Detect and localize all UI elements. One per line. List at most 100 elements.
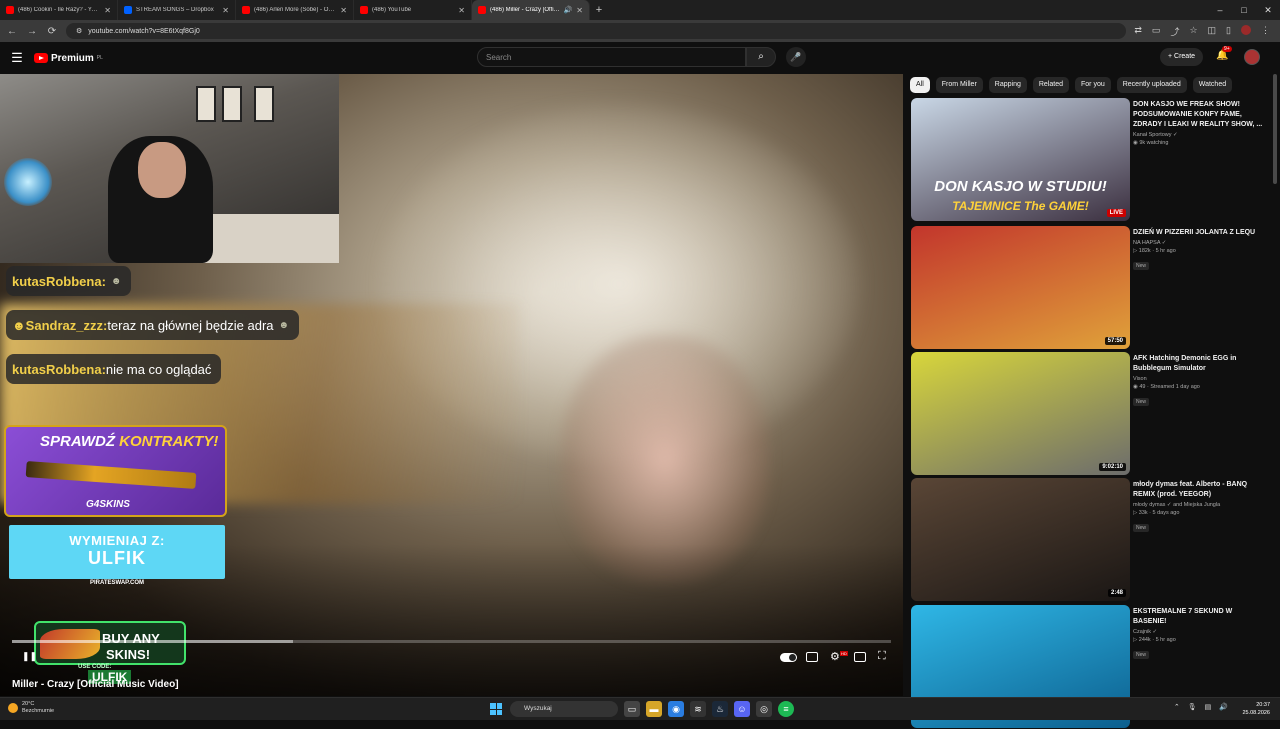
spotify-icon[interactable]: ≡ [778, 701, 794, 717]
ad-line2: ULFIK [88, 548, 146, 568]
subtitles-icon[interactable] [806, 652, 818, 662]
browser-tab[interactable]: (486) Arlen More (Sobe) - OH M ✕ [236, 0, 354, 20]
site-info-icon[interactable]: ⚙ [76, 27, 82, 35]
filter-chip[interactable]: All [910, 77, 930, 93]
close-tab-icon[interactable]: ✕ [340, 6, 347, 15]
recommended-video[interactable]: DON KASJO W STUDIU! TAJEMNICE The GAME! LI… [911, 98, 1271, 222]
minimize-button[interactable]: – [1208, 0, 1232, 20]
filter-chip[interactable]: For you [1075, 77, 1111, 93]
pause-button[interactable]: ❚❚ [22, 651, 37, 662]
video-thumbnail[interactable]: 2:48 [911, 478, 1130, 601]
filter-chip[interactable]: Rapping [988, 77, 1027, 93]
extensions-icon[interactable]: ◫ [1208, 25, 1217, 38]
browser-tab[interactable]: (486) Cookin - Ile Razy? - YouTube ✕ [0, 0, 118, 20]
reload-icon[interactable]: ⟳ [46, 26, 58, 37]
video-thumbnail[interactable]: 57:50 [911, 226, 1130, 349]
maximize-button[interactable]: □ [1232, 0, 1256, 20]
sidepanel-icon[interactable]: ▯ [1226, 25, 1231, 38]
ad-line2: SKINS! [106, 647, 151, 662]
progress-bar[interactable] [12, 640, 891, 643]
notifications-icon[interactable]: 🔔 9+ [1216, 46, 1232, 61]
recommended-video[interactable]: 57:50 DZIEŃ W PIZZERII JOLANTA Z LEQU NA H… [911, 226, 1271, 350]
recommended-video[interactable]: 9:02:10 AFK Hatching Demonic EGG in Bubbl… [911, 352, 1271, 476]
filter-chip[interactable]: From Miller [935, 77, 983, 93]
logo-region: PL [96, 55, 103, 61]
youtube-icon [6, 6, 14, 14]
tab-label: (486) Arlen More (Sobe) - OH M [254, 7, 337, 13]
browser-tab[interactable]: (486) Miller - Crazy [Official 🔊 ✕ [472, 0, 590, 20]
sponsor-banner-pirateswap: WYMIENIAJ Z: ULFIK [9, 525, 225, 579]
clock-time: 20:37 [1256, 702, 1270, 708]
youtube-icon [242, 6, 250, 14]
autoplay-toggle[interactable] [780, 653, 797, 662]
weather-widget[interactable]: 20°C Bezchmurnie [8, 701, 54, 715]
file-explorer-icon[interactable]: ▬ [646, 701, 662, 717]
chat-text: nie ma co oglądać [105, 361, 212, 377]
channel-name[interactable]: NA HAPSA ✓ [1133, 240, 1263, 246]
app-icon[interactable]: ≋ [690, 701, 706, 717]
scrollbar[interactable] [1273, 74, 1277, 184]
search-input[interactable]: Search [477, 47, 746, 67]
close-tab-icon[interactable]: ✕ [104, 6, 111, 15]
filter-chip[interactable]: Recently uploaded [1116, 77, 1187, 93]
chrome-icon[interactable]: ◉ [668, 701, 684, 717]
volume-icon[interactable]: 🔊 [1219, 703, 1228, 711]
wall-poster [196, 86, 216, 122]
search-button[interactable]: ⌕ [746, 47, 776, 67]
task-view-icon[interactable]: ▭ [624, 701, 640, 717]
tray-chevron-icon[interactable]: ⌃ [1174, 703, 1180, 711]
browser-tab[interactable]: STREAM SONGS – Dropbox ✕ [118, 0, 236, 20]
tab-audio-icon[interactable]: 🔊 [564, 6, 573, 14]
share-icon[interactable]: ⤴ [1170, 25, 1179, 38]
ad-line1: BUY ANY [102, 631, 160, 646]
steam-icon[interactable]: ♨ [712, 701, 728, 717]
taskbar-search[interactable]: Wyszukaj [510, 701, 618, 717]
rifle-graphic [25, 461, 197, 489]
bookmark-star-icon[interactable]: ☆ [1189, 25, 1197, 38]
menu-icon[interactable]: ☰ [0, 50, 34, 66]
video-thumbnail[interactable]: DON KASJO W STUDIU! TAJEMNICE The GAME! LI… [911, 98, 1130, 221]
network-icon[interactable]: ▤ [1205, 703, 1212, 711]
chat-nick: kutasRobbena: [12, 361, 106, 377]
forward-icon[interactable]: → [26, 26, 38, 37]
video-thumbnail[interactable]: 9:02:10 [911, 352, 1130, 475]
discord-icon[interactable]: ☺ [734, 701, 750, 717]
miniplayer-icon[interactable] [854, 652, 866, 662]
windows-start-icon[interactable] [490, 703, 502, 715]
filter-chip[interactable]: Related [1032, 77, 1069, 93]
sponsor-banner-skins: BUY ANY SKINS! [34, 621, 186, 665]
back-icon[interactable]: ← [6, 26, 18, 37]
close-tab-icon[interactable]: ✕ [458, 6, 465, 15]
create-button[interactable]: + Create [1160, 48, 1204, 66]
profile-avatar[interactable] [1241, 24, 1251, 35]
close-window-button[interactable]: ✕ [1256, 0, 1280, 20]
youtube-icon [360, 6, 368, 14]
channel-name[interactable]: młody dymas ✓ and Miejska Jungla [1133, 502, 1263, 508]
channel-name[interactable]: Czajnik ✓ [1133, 629, 1263, 635]
youtube-logo[interactable]: Premium PL [34, 53, 103, 64]
thumbnail-text: DON KASJO W STUDIU! [934, 178, 1107, 195]
close-tab-icon[interactable]: ✕ [222, 6, 229, 15]
microphone-icon[interactable]: 🎙 [1188, 703, 1197, 711]
settings-gear-icon[interactable]: ⚙ [830, 650, 840, 663]
channel-name[interactable]: Kanał Sportowy ✓ [1133, 132, 1263, 138]
duration-badge: 9:02:10 [1099, 463, 1126, 471]
cast-icon[interactable]: ▭ [1152, 25, 1161, 38]
browser-tab[interactable]: (486) YouTube ✕ [354, 0, 472, 20]
fullscreen-icon[interactable]: ⛶ [878, 650, 886, 663]
close-tab-icon[interactable]: ✕ [576, 6, 583, 15]
voice-search-icon[interactable]: 🎤 [786, 47, 806, 67]
recommended-video[interactable]: 2:48 młody dymas feat. Alberto - BANQ REM… [911, 478, 1271, 602]
account-avatar[interactable] [1244, 49, 1260, 65]
notification-badge: 9+ [1222, 46, 1232, 52]
filter-chip[interactable]: Watched [1192, 77, 1233, 93]
channel-name[interactable]: Vison [1133, 376, 1263, 382]
clock-date: 25.08.2026 [1242, 710, 1270, 716]
new-tab-button[interactable]: + [590, 4, 608, 16]
translate-icon[interactable]: ⇄ [1134, 25, 1142, 38]
obs-icon[interactable]: ◎ [756, 701, 772, 717]
more-menu-icon[interactable]: ⋮ [1261, 25, 1270, 38]
clock[interactable]: 20:37 25.08.2026 [1242, 701, 1270, 717]
duration-badge: 57:50 [1104, 337, 1126, 345]
url-field[interactable]: ⚙ youtube.com/watch?v=8E6tXqf8Gj0 [66, 23, 1127, 39]
